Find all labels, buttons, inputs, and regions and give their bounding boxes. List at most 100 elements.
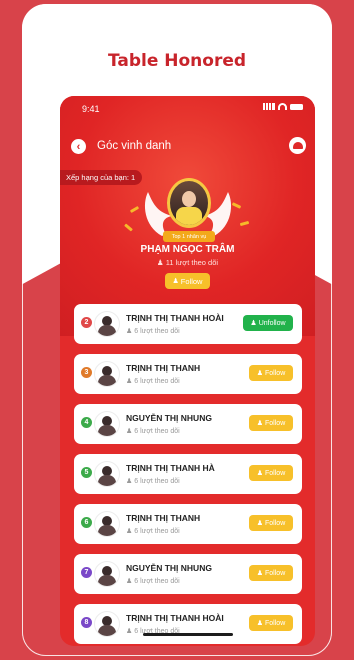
avatar-torso: [98, 325, 116, 336]
battery-icon: [290, 103, 303, 110]
avatar-torso: [98, 575, 116, 586]
button-label: Follow: [265, 469, 286, 477]
person-icon: ♟: [256, 470, 264, 477]
user-name: TRỊNH THỊ THANH HÀ: [126, 463, 215, 473]
avatar-torso: [98, 425, 116, 436]
list-item[interactable]: 6 TRỊNH THỊ THANH ♟ 6 lượt theo dõi ♟ Fol…: [74, 504, 302, 544]
avatar[interactable]: [94, 411, 120, 437]
list-item[interactable]: 4 NGUYỄN THỊ NHUNG ♟ 6 lượt theo dõi ♟ Fo…: [74, 404, 302, 444]
wifi-icon: [278, 103, 287, 110]
follow-button[interactable]: ♟ Follow: [249, 615, 293, 631]
person-icon: ♟: [126, 528, 135, 535]
followers-text: 6 lượt theo dõi: [134, 578, 180, 585]
person-icon: ♟: [156, 258, 164, 267]
person-icon: ♟: [126, 428, 135, 435]
person-icon: ♟: [256, 570, 264, 577]
followers-text: 6 lượt theo dõi: [134, 328, 180, 335]
nav-title: Góc vinh danh: [97, 140, 172, 152]
winner-avatar[interactable]: [167, 178, 211, 228]
avatar-face: [182, 191, 196, 207]
followers-count: ♟ 6 lượt theo dõi: [126, 377, 180, 385]
follow-button[interactable]: ♟ Follow: [249, 565, 293, 581]
list-item[interactable]: 7 NGUYỄN THỊ NHUNG ♟ 6 lượt theo dõi ♟ Fo…: [74, 554, 302, 594]
person-icon: ♟: [256, 370, 264, 377]
status-icons: [263, 103, 303, 110]
list-item[interactable]: 2 TRỊNH THỊ THANH HOÀI ♟ 6 lượt theo dõi…: [74, 304, 302, 344]
top-rank-ribbon: Top 1 nhân vụ: [163, 231, 215, 242]
signal-icon: [263, 103, 275, 110]
followers-text: 6 lượt theo dõi: [134, 478, 180, 485]
person-icon: ♟: [256, 520, 264, 527]
button-label: Follow: [265, 369, 286, 377]
user-name: TRỊNH THỊ THANH HOÀI: [126, 313, 224, 323]
follow-button[interactable]: ♟ Follow: [249, 365, 293, 381]
person-icon: ♟: [126, 378, 135, 385]
back-button[interactable]: ‹: [71, 139, 86, 154]
avatar[interactable]: [94, 361, 120, 387]
person-icon: ♟: [126, 478, 135, 485]
person-icon: ♟: [172, 278, 179, 285]
avatar-body: [176, 207, 202, 225]
button-label: Follow: [265, 569, 286, 577]
rank-medal-icon: 6: [81, 517, 92, 528]
home-icon: [292, 142, 303, 149]
winner-follow-button[interactable]: ♟ Follow: [165, 273, 210, 289]
rank-medal-icon: 7: [81, 567, 92, 578]
button-label: Follow: [265, 419, 286, 427]
followers-count: ♟ 6 lượt theo dõi: [126, 527, 180, 535]
home-indicator: [143, 633, 233, 636]
button-label: Follow: [265, 619, 286, 627]
unfollow-button[interactable]: ♟ Unfollow: [243, 315, 293, 331]
rank-medal-icon: 2: [81, 317, 92, 328]
user-name: TRỊNH THỊ THANH: [126, 363, 201, 373]
avatar[interactable]: [94, 611, 120, 637]
user-name: TRỊNH THỊ THANH: [126, 513, 201, 523]
button-label: Unfollow: [258, 319, 286, 327]
followers-count: ♟ 6 lượt theo dõi: [126, 427, 180, 435]
phone-mockup: 9:41 ‹ Góc vinh danh Xếp hạng của bạn: 1…: [60, 96, 315, 646]
list-item[interactable]: 3 TRỊNH THỊ THANH ♟ 6 lượt theo dõi ♟ Fol…: [74, 354, 302, 394]
avatar[interactable]: [94, 311, 120, 337]
followers-count: ♟ 6 lượt theo dõi: [126, 327, 180, 335]
button-label: Follow: [265, 519, 286, 527]
rank-medal-icon: 5: [81, 467, 92, 478]
rank-medal-icon: 8: [81, 617, 92, 628]
avatar[interactable]: [94, 561, 120, 587]
my-rank-badge: Xếp hạng của bạn: 1: [60, 170, 143, 185]
page-title: Table Honored: [107, 51, 247, 71]
list-item[interactable]: 5 TRỊNH THỊ THANH HÀ ♟ 6 lượt theo dõi ♟…: [74, 454, 302, 494]
chevron-left-icon: ‹: [76, 140, 81, 153]
followers-count: ♟ 6 lượt theo dõi: [126, 577, 180, 585]
followers-text: 6 lượt theo dõi: [134, 378, 180, 385]
person-icon: ♟: [256, 420, 264, 427]
follow-label: Follow: [180, 276, 203, 286]
follow-button[interactable]: ♟ Follow: [249, 515, 293, 531]
rank-medal-icon: 4: [81, 417, 92, 428]
avatar-torso: [98, 475, 116, 486]
person-icon: ♟: [126, 328, 135, 335]
follow-button[interactable]: ♟ Follow: [249, 465, 293, 481]
user-name: NGUYỄN THỊ NHUNG: [126, 413, 212, 423]
home-button[interactable]: [289, 137, 306, 154]
avatar-torso: [98, 625, 116, 636]
winner-name: PHẠM NGỌC TRÂM: [140, 244, 235, 255]
follow-button[interactable]: ♟ Follow: [249, 415, 293, 431]
followers-text: 6 lượt theo dõi: [134, 528, 180, 535]
winner-followers-count: 11 lượt theo dõi: [165, 258, 219, 267]
user-name: NGUYỄN THỊ NHUNG: [126, 563, 212, 573]
avatar[interactable]: [94, 511, 120, 537]
avatar-torso: [98, 525, 116, 536]
winner-followers: ♟ 11 lượt theo dõi: [60, 258, 315, 267]
showcase-card: Table Honored 9:41 ‹ Góc vinh danh Xếp h…: [22, 4, 332, 656]
status-time: 9:41: [82, 104, 100, 114]
user-name: TRỊNH THỊ THANH HOÀI: [126, 613, 224, 623]
person-icon: ♟: [250, 320, 257, 327]
person-icon: ♟: [126, 578, 135, 585]
list-item[interactable]: 8 TRỊNH THỊ THANH HOÀI ♟ 6 lượt theo dõi…: [74, 604, 302, 644]
rank-medal-icon: 3: [81, 367, 92, 378]
person-icon: ♟: [256, 620, 264, 627]
followers-text: 6 lượt theo dõi: [134, 428, 180, 435]
avatar-torso: [98, 375, 116, 386]
person-icon: ♟: [126, 628, 135, 635]
avatar[interactable]: [94, 461, 120, 487]
